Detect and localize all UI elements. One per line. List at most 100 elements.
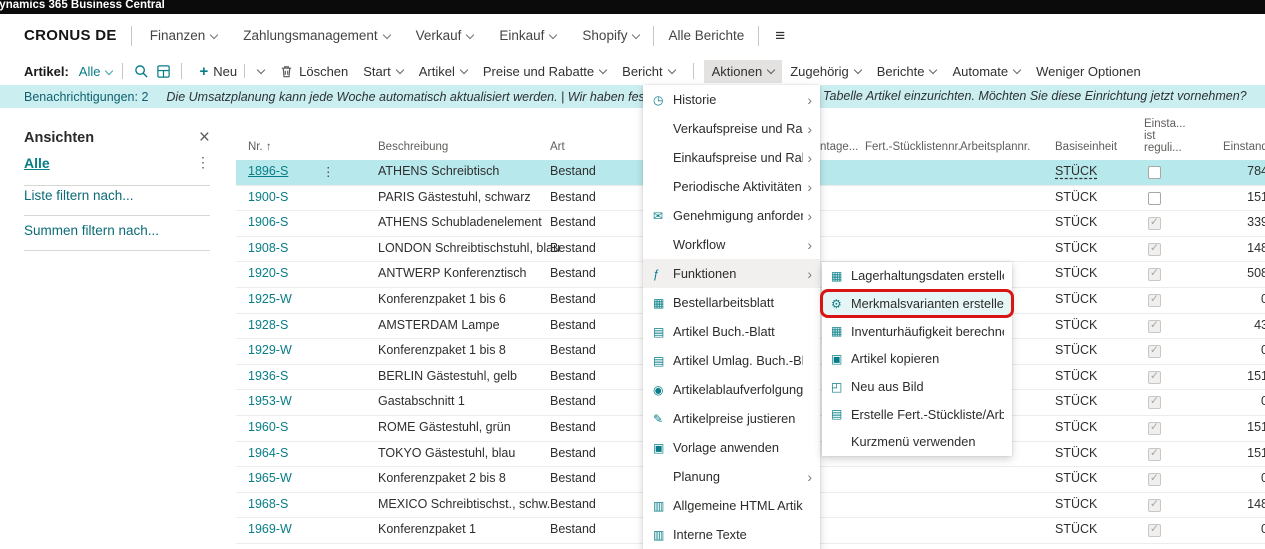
column-header-prod-bom[interactable]: Fert.-Stücklistennr. bbox=[865, 141, 961, 153]
delete-button[interactable]: Löschen bbox=[271, 59, 355, 83]
item-no-link[interactable]: 1968-S bbox=[248, 497, 318, 511]
cost-regulated-cell[interactable] bbox=[1148, 422, 1161, 438]
column-header-nr[interactable]: Nr. ↑ bbox=[248, 141, 272, 153]
cost-regulated-cell[interactable] bbox=[1148, 294, 1161, 310]
action-menu[interactable]: Berichte bbox=[869, 60, 945, 83]
hamburger-menu-icon[interactable]: ≡ bbox=[775, 26, 785, 46]
action-menu[interactable]: Zugehörig bbox=[782, 60, 869, 83]
checkbox[interactable] bbox=[1148, 192, 1161, 205]
menu-item[interactable]: ▣ Vorlage anwenden › bbox=[643, 433, 820, 462]
checkbox[interactable] bbox=[1148, 422, 1161, 435]
command-menu[interactable]: Bericht bbox=[614, 60, 682, 83]
cost-regulated-cell[interactable] bbox=[1148, 448, 1161, 464]
column-header-routing[interactable]: Arbeitsplannr. bbox=[960, 141, 1030, 153]
search-icon[interactable] bbox=[133, 63, 149, 79]
checkbox[interactable] bbox=[1148, 294, 1161, 307]
nav-item[interactable]: Shopify bbox=[582, 28, 639, 43]
column-header-assembly[interactable]: ntage... bbox=[820, 141, 858, 153]
cost-regulated-cell[interactable] bbox=[1148, 192, 1161, 208]
command-menu[interactable]: Preise und Rabatte bbox=[475, 60, 614, 83]
row-more-options-icon[interactable]: ⋮ bbox=[322, 164, 335, 179]
checkbox[interactable] bbox=[1148, 499, 1161, 512]
submenu-item[interactable]: Kurzmenü verwenden bbox=[822, 428, 1012, 456]
action-menu[interactable]: Aktionen bbox=[704, 60, 783, 83]
submenu-item[interactable]: ▤ Erstelle Fert.-Stückliste/Arbeitsplan bbox=[822, 400, 1012, 428]
command-menu[interactable]: Start bbox=[355, 60, 410, 83]
cost-regulated-cell[interactable] bbox=[1148, 345, 1161, 361]
cost-regulated-cell[interactable] bbox=[1148, 243, 1161, 259]
filter-list-link[interactable]: Liste filtern nach... bbox=[24, 188, 210, 216]
menu-item[interactable]: ▥ Interne Texte › bbox=[643, 520, 820, 549]
checkbox[interactable] bbox=[1148, 371, 1161, 384]
item-no-link[interactable]: 1929-W bbox=[248, 343, 318, 357]
more-options-icon[interactable]: ⋮ bbox=[196, 154, 210, 171]
item-no-link[interactable]: 1936-S bbox=[248, 369, 318, 383]
view-all-link[interactable]: Alle bbox=[24, 155, 50, 171]
cost-regulated-cell[interactable] bbox=[1148, 473, 1161, 489]
menu-item[interactable]: ▤ Artikel Umlag. Buch.-Blatt › bbox=[643, 346, 820, 375]
nav-item[interactable]: Finanzen bbox=[150, 28, 218, 43]
menu-item[interactable]: Einkaufspreise und Rabatte › bbox=[643, 143, 820, 172]
cost-regulated-cell[interactable] bbox=[1148, 320, 1161, 336]
menu-item[interactable]: Periodische Aktivitäten › bbox=[643, 172, 820, 201]
checkbox[interactable] bbox=[1148, 217, 1161, 230]
cost-regulated-cell[interactable] bbox=[1148, 396, 1161, 412]
menu-item[interactable]: ▥ Allgemeine HTML Artikeltexte › bbox=[643, 491, 820, 520]
nav-item-all-reports[interactable]: Alle Berichte bbox=[668, 28, 744, 43]
submenu-item[interactable]: ⚙ Merkmalsvarianten erstellen bbox=[822, 290, 1012, 318]
cost-regulated-cell[interactable] bbox=[1148, 524, 1161, 540]
cost-regulated-cell[interactable] bbox=[1148, 499, 1161, 515]
action-menu[interactable]: Automate bbox=[944, 60, 1028, 83]
checkbox[interactable] bbox=[1148, 166, 1161, 179]
menu-item[interactable]: Verkaufspreise und Rabatte › bbox=[643, 114, 820, 143]
item-no-link[interactable]: 1925-W bbox=[248, 292, 318, 306]
item-no-link[interactable]: 1920-S bbox=[248, 266, 318, 280]
cost-regulated-cell[interactable] bbox=[1148, 268, 1161, 284]
column-header-base-unit[interactable]: Basiseinheit bbox=[1055, 141, 1117, 153]
column-header-unit-cost[interactable]: Einstandsp bbox=[1223, 141, 1265, 153]
checkbox[interactable] bbox=[1148, 473, 1161, 486]
checkbox[interactable] bbox=[1148, 345, 1161, 358]
company-name[interactable]: CRONUS DE bbox=[24, 27, 117, 44]
menu-item[interactable]: ƒ Funktionen › bbox=[643, 259, 820, 288]
filter-totals-link[interactable]: Summen filtern nach... bbox=[24, 223, 210, 251]
menu-item[interactable]: ▦ Bestellarbeitsblatt › bbox=[643, 288, 820, 317]
checkbox[interactable] bbox=[1148, 524, 1161, 537]
item-no-link[interactable]: 1896-S bbox=[248, 164, 318, 178]
cost-regulated-cell[interactable] bbox=[1148, 217, 1161, 233]
fewer-options-button[interactable]: Weniger Optionen bbox=[1028, 60, 1149, 83]
submenu-item[interactable]: ▦ Inventurhäufigkeit berechnen bbox=[822, 317, 1012, 345]
item-no-link[interactable]: 1969-W bbox=[248, 522, 318, 536]
cost-regulated-cell[interactable] bbox=[1148, 371, 1161, 387]
checkbox[interactable] bbox=[1148, 243, 1161, 256]
checkbox[interactable] bbox=[1148, 396, 1161, 409]
new-button[interactable]: +Neu bbox=[192, 59, 271, 84]
checkbox[interactable] bbox=[1148, 320, 1161, 333]
menu-item[interactable]: Planung › bbox=[643, 462, 820, 491]
close-icon[interactable]: × bbox=[199, 128, 210, 147]
item-no-link[interactable]: 1928-S bbox=[248, 318, 318, 332]
item-no-link[interactable]: 1908-S bbox=[248, 241, 318, 255]
menu-item[interactable]: ◷ Historie › bbox=[643, 85, 820, 114]
menu-item[interactable]: ▤ Artikel Buch.-Blatt › bbox=[643, 317, 820, 346]
menu-item[interactable]: ◉ Artikelablaufverfolgung › bbox=[643, 375, 820, 404]
submenu-item[interactable]: ▦ Lagerhaltungsdaten erstellen bbox=[822, 262, 1012, 290]
command-menu[interactable]: Artikel bbox=[411, 60, 475, 83]
notification-count[interactable]: Benachrichtigungen: 2 bbox=[24, 90, 148, 104]
item-no-link[interactable]: 1906-S bbox=[248, 215, 318, 229]
menu-item[interactable]: Workflow › bbox=[643, 230, 820, 259]
nav-item[interactable]: Verkauf bbox=[416, 28, 474, 43]
checkbox[interactable] bbox=[1148, 268, 1161, 281]
analyze-icon[interactable] bbox=[155, 63, 171, 79]
item-no-link[interactable]: 1960-S bbox=[248, 420, 318, 434]
nav-item[interactable]: Zahlungsmanagement bbox=[243, 28, 389, 43]
cost-regulated-cell[interactable] bbox=[1148, 166, 1161, 182]
nav-item[interactable]: Einkauf bbox=[499, 28, 556, 43]
item-no-link[interactable]: 1953-W bbox=[248, 394, 318, 408]
column-header-cost-regulated[interactable]: Einsta...istreguli... bbox=[1144, 118, 1186, 154]
view-filter-dropdown[interactable]: Alle bbox=[79, 64, 113, 79]
checkbox[interactable] bbox=[1148, 448, 1161, 461]
column-header-type[interactable]: Art bbox=[550, 141, 565, 153]
item-no-link[interactable]: 1900-S bbox=[248, 190, 318, 204]
menu-item[interactable]: ✉ Genehmigung anfordern › bbox=[643, 201, 820, 230]
